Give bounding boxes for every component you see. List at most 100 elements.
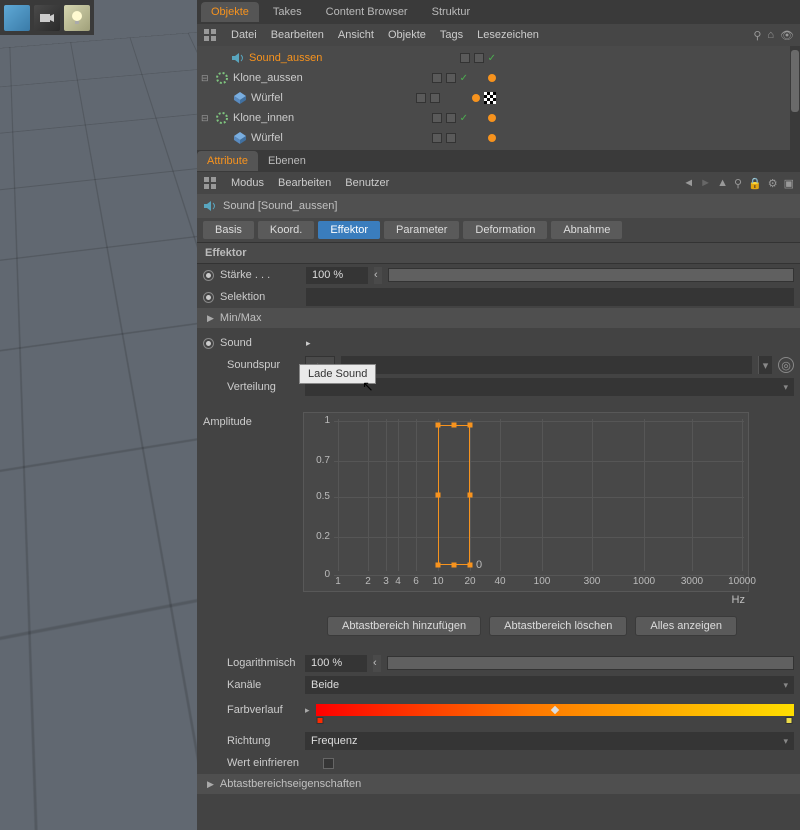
anim-dot[interactable] xyxy=(203,292,214,303)
tree-scrollbar[interactable] xyxy=(790,46,800,150)
input-staerke[interactable] xyxy=(306,267,368,284)
tab-ebenen[interactable]: Ebenen xyxy=(258,151,316,171)
object-label[interactable]: Würfel xyxy=(251,92,283,104)
selection-handle[interactable] xyxy=(436,423,441,428)
gradient-stop[interactable] xyxy=(317,717,324,724)
input-selektion[interactable] xyxy=(306,288,794,306)
row-abtastbereich[interactable]: ▶ Abtastbereichseigenschaften xyxy=(197,774,800,794)
spinner[interactable]: ‹ xyxy=(373,655,381,672)
selection-rect[interactable] xyxy=(438,425,470,565)
gear-icon[interactable]: ⚙ xyxy=(768,177,778,190)
select-verteilung[interactable]: ▾ xyxy=(305,378,794,396)
selection-handle[interactable] xyxy=(468,563,473,568)
lightbulb-icon[interactable] xyxy=(64,5,90,31)
forward-icon[interactable]: ► xyxy=(700,177,711,189)
amplitude-chart[interactable]: 1 0.7 0.5 0.2 0 0 1 2 3 4 xyxy=(303,412,749,592)
selection-handle[interactable] xyxy=(452,423,457,428)
enable-check-icon[interactable]: ✓ xyxy=(488,53,496,64)
viewport-shade-icon[interactable] xyxy=(4,5,30,31)
search-icon[interactable]: ⚲ xyxy=(734,177,742,190)
scrollbar-thumb[interactable] xyxy=(791,50,799,112)
object-label[interactable]: Würfel xyxy=(251,132,283,144)
select-kanaele[interactable]: Beide▾ xyxy=(305,676,794,694)
tab-takes[interactable]: Takes xyxy=(263,2,312,22)
four-squares-icon[interactable] xyxy=(203,176,217,190)
input-log[interactable] xyxy=(305,655,367,672)
triangle-right-icon[interactable]: ▸ xyxy=(306,338,311,349)
tree-row-wuerfel-2[interactable]: Würfel xyxy=(201,128,796,148)
vis-toggle[interactable] xyxy=(430,93,440,103)
menu-bearbeiten[interactable]: Bearbeiten xyxy=(271,29,324,41)
vis-toggle[interactable] xyxy=(432,73,442,83)
select-richtung[interactable]: Frequenz▾ xyxy=(305,732,794,750)
add-range-button[interactable]: Abtastbereich hinzufügen xyxy=(327,616,481,636)
tab-effektor[interactable]: Effektor xyxy=(318,221,380,239)
vis-toggle[interactable] xyxy=(432,113,442,123)
caret-down-icon[interactable]: ▾ xyxy=(758,356,772,374)
slider-staerke[interactable] xyxy=(388,268,794,282)
back-icon[interactable]: ◄ xyxy=(683,177,694,189)
gradient-stop[interactable] xyxy=(786,717,793,724)
gradient-editor[interactable] xyxy=(316,704,794,716)
menu-objekte[interactable]: Objekte xyxy=(388,29,426,41)
up-icon[interactable]: ▲ xyxy=(717,177,728,189)
slider-log[interactable] xyxy=(387,656,794,670)
object-label[interactable]: Sound_aussen xyxy=(249,52,322,64)
vis-toggle[interactable] xyxy=(446,113,456,123)
anim-dot[interactable] xyxy=(203,338,214,349)
four-squares-icon[interactable] xyxy=(203,28,217,42)
tag-icon[interactable] xyxy=(488,134,496,142)
expand-icon[interactable]: ⊟ xyxy=(201,73,211,84)
tab-objekte[interactable]: Objekte xyxy=(201,2,259,22)
target-icon[interactable]: ◎ xyxy=(778,357,794,373)
tab-parameter[interactable]: Parameter xyxy=(384,221,459,239)
selection-handle[interactable] xyxy=(468,493,473,498)
menu-datei[interactable]: Datei xyxy=(231,29,257,41)
new-window-icon[interactable]: ▣ xyxy=(784,177,794,190)
tag-icon[interactable] xyxy=(488,114,496,122)
selection-handle[interactable] xyxy=(452,563,457,568)
menu-ansicht[interactable]: Ansicht xyxy=(338,29,374,41)
viewport-3d[interactable] xyxy=(0,0,197,830)
anim-dot[interactable] xyxy=(203,270,214,281)
tag-icon[interactable] xyxy=(488,74,496,82)
tab-struktur[interactable]: Struktur xyxy=(422,2,481,22)
menu-bearbeiten[interactable]: Bearbeiten xyxy=(278,177,331,189)
selection-handle[interactable] xyxy=(468,423,473,428)
menu-tags[interactable]: Tags xyxy=(440,29,463,41)
row-minmax[interactable]: ▶ Min/Max xyxy=(197,308,800,328)
enable-check-icon[interactable]: ✓ xyxy=(460,113,468,124)
vis-toggle[interactable] xyxy=(416,93,426,103)
tab-deformation[interactable]: Deformation xyxy=(463,221,547,239)
gradient-knot[interactable] xyxy=(551,706,559,714)
menu-lesezeichen[interactable]: Lesezeichen xyxy=(477,29,539,41)
object-label[interactable]: Klone_innen xyxy=(233,112,294,124)
vis-toggle[interactable] xyxy=(446,73,456,83)
tree-row-sound-aussen[interactable]: Sound_aussen ✓ xyxy=(201,48,796,68)
triangle-right-icon[interactable]: ▸ xyxy=(305,705,310,716)
filter-icon[interactable]: ⚲ xyxy=(753,29,761,42)
tag-icon[interactable] xyxy=(472,94,480,102)
lock-icon[interactable]: 🔒 xyxy=(748,177,762,190)
selection-handle[interactable] xyxy=(436,493,441,498)
menu-modus[interactable]: Modus xyxy=(231,177,264,189)
eye-icon[interactable]: 👁 xyxy=(780,29,794,42)
expand-icon[interactable]: ⊟ xyxy=(201,113,211,124)
enable-check-icon[interactable]: ✓ xyxy=(460,73,468,84)
delete-range-button[interactable]: Abtastbereich löschen xyxy=(489,616,627,636)
tab-basis[interactable]: Basis xyxy=(203,221,254,239)
spinner[interactable]: ‹ xyxy=(374,267,382,284)
home-icon[interactable]: ⌂ xyxy=(767,29,774,42)
tab-attribute[interactable]: Attribute xyxy=(197,151,258,171)
vis-toggle[interactable] xyxy=(432,133,442,143)
object-label[interactable]: Klone_aussen xyxy=(233,72,303,84)
tab-abnahme[interactable]: Abnahme xyxy=(551,221,622,239)
checkbox-wert-einfrieren[interactable] xyxy=(323,758,334,769)
vis-toggle[interactable] xyxy=(474,53,484,63)
tree-row-klone-innen[interactable]: ⊟ Klone_innen ✓ xyxy=(201,108,796,128)
tree-row-wuerfel-1[interactable]: Würfel xyxy=(201,88,796,108)
object-tree[interactable]: Sound_aussen ✓ ⊟ Klone_aussen ✓ Würfel ⊟… xyxy=(197,46,800,150)
selection-handle[interactable] xyxy=(436,563,441,568)
show-all-button[interactable]: Alles anzeigen xyxy=(635,616,737,636)
camera-icon[interactable] xyxy=(34,5,60,31)
